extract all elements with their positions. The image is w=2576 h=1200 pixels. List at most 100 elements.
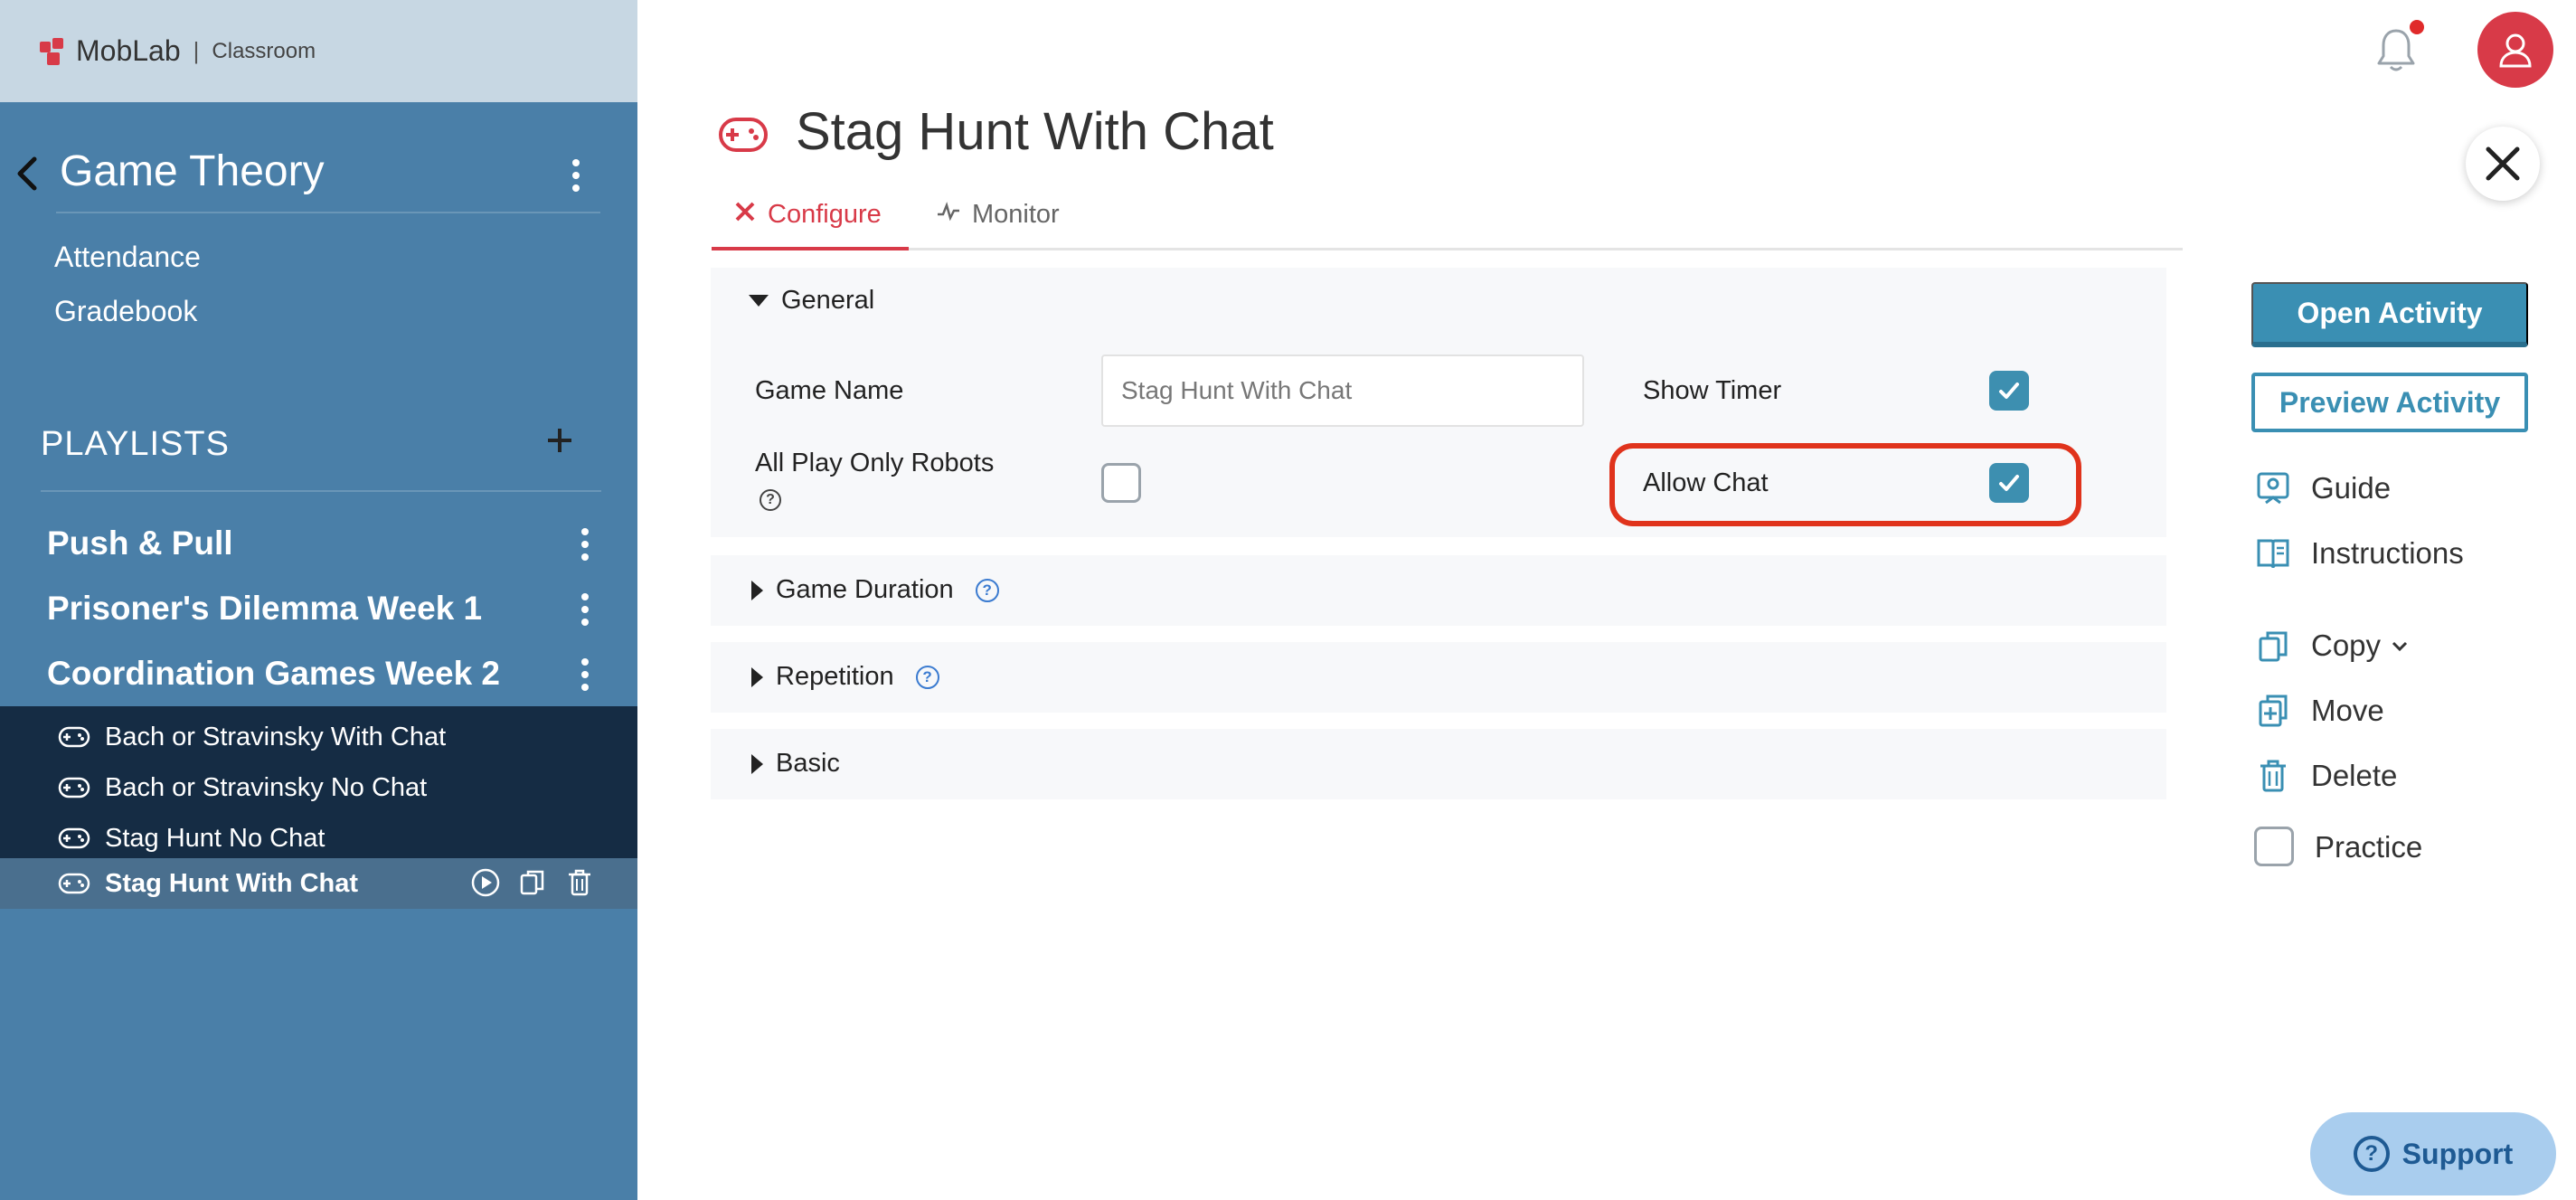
copy-action[interactable]: Copy [2255,628,2410,664]
help-icon[interactable]: ? [760,489,781,511]
activity-tools [470,867,595,898]
activity-pulse-icon [938,202,959,222]
activity-label: Stag Hunt With Chat [105,869,359,898]
instructions-label: Instructions [2311,536,2464,570]
tab-monitor[interactable]: Monitor [936,200,1060,250]
close-button[interactable] [2466,127,2540,201]
gamepad-icon [58,726,90,748]
sidebar-link-attendance[interactable]: Attendance [54,241,201,274]
delete-action[interactable]: Delete [2255,758,2397,794]
notification-dot [2410,20,2424,34]
trash-icon[interactable] [564,867,595,898]
page-title: Stag Hunt With Chat [796,102,1274,161]
close-icon [2486,146,2520,181]
delete-label: Delete [2311,759,2398,792]
course-title: Game Theory [60,147,325,195]
show-timer-checkbox[interactable] [1989,371,2029,411]
playlist-push-pull[interactable]: Push & Pull [47,524,233,562]
support-label: Support [2401,1137,2514,1170]
course-header: Game Theory [0,136,637,212]
section-basic-header[interactable]: Basic [751,749,840,779]
practice-checkbox[interactable] [2254,827,2294,866]
avatar[interactable] [2477,12,2553,88]
wrench-icon [735,202,755,222]
caret-right-icon [751,580,763,600]
check-icon [1999,383,2019,399]
help-icon[interactable]: ? [975,578,999,602]
moblab-logo-icon [40,37,63,65]
gamepad-icon [58,873,90,894]
gamepad-icon [58,777,90,798]
section-title: Basic [776,749,840,778]
caret-right-icon [751,753,763,774]
play-icon[interactable] [470,867,501,898]
chevron-down-icon [2392,641,2408,652]
moblab-logo[interactable]: MobLab | Classroom [38,34,316,68]
user-icon [2499,33,2532,68]
playlist-menu-icon[interactable] [576,528,594,561]
tab-configure[interactable]: Configure [712,200,909,250]
tab-label: Monitor [972,200,1060,229]
guide-icon [2257,472,2289,505]
allow-chat-checkbox[interactable] [1989,463,2029,503]
guide-label: Guide [2311,471,2392,505]
all-play-only-robots-checkbox[interactable] [1101,463,1141,503]
practice-label: Practice [2315,830,2423,864]
section-game-duration-header[interactable]: Game Duration ? [751,575,999,605]
instructions-action[interactable]: Instructions [2255,535,2464,572]
bell-icon[interactable] [2374,27,2418,74]
divider [41,490,601,492]
course-menu-icon[interactable] [567,159,585,192]
preview-activity-button[interactable]: Preview Activity [2251,373,2528,432]
game-name-label: Game Name [755,376,904,405]
copy-label: Copy [2311,628,2382,662]
activity-item[interactable]: Bach or Stravinsky With Chat [0,712,637,762]
help-icon[interactable]: ? [915,665,939,689]
instructions-icon [2257,539,2289,569]
move-action[interactable]: Move [2255,693,2384,729]
brand-separator: | [193,37,200,64]
support-button[interactable]: ? Support [2310,1112,2556,1195]
section-basic[interactable]: Basic [711,729,2166,799]
playlists-heading: PLAYLISTS [41,425,230,463]
playlist-menu-icon[interactable] [576,658,594,691]
caret-right-icon [751,666,763,687]
sidebar-link-gradebook[interactable]: Gradebook [54,295,197,328]
activity-item[interactable]: Stag Hunt No Chat [0,813,637,864]
playlist-coordination-games[interactable]: Coordination Games Week 2 [47,655,500,693]
check-icon [1999,475,2019,491]
activity-item[interactable]: Bach or Stravinsky No Chat [0,762,637,813]
copy-icon[interactable] [517,867,548,898]
gamepad-icon [58,827,90,849]
divider [56,212,600,213]
guide-action[interactable]: Guide [2255,470,2391,506]
section-repetition[interactable]: Repetition ? [711,642,2166,713]
sidebar: MobLab | Classroom Game Theory Attendanc… [0,0,637,1200]
move-label: Move [2311,694,2384,727]
section-title: General [781,286,875,315]
game-name-input[interactable] [1101,354,1584,427]
show-timer-label: Show Timer [1643,376,1782,405]
section-title: Game Duration [776,575,954,604]
playlist-menu-icon[interactable] [576,593,594,626]
open-activity-button[interactable]: Open Activity [2251,282,2528,347]
brand-bar: MobLab | Classroom [0,0,637,102]
tab-label: Configure [768,200,882,229]
section-repetition-header[interactable]: Repetition ? [751,662,939,692]
add-playlist-icon[interactable] [546,427,573,454]
playlist-prisoners-dilemma[interactable]: Prisoner's Dilemma Week 1 [47,590,482,628]
move-icon [2259,694,2288,727]
all-play-only-robots-label: All Play Only Robots [755,449,995,477]
help-circle-icon: ? [2353,1136,2390,1172]
chevron-left-icon[interactable] [9,154,45,194]
trash-icon [2260,760,2286,792]
activity-list: Bach or Stravinsky With Chat Bach or Str… [0,706,637,909]
section-general-header[interactable]: General [749,286,874,316]
copy-icon [2259,631,2288,662]
brand-product: Classroom [212,38,316,63]
activity-label: Bach or Stravinsky No Chat [105,773,428,802]
activity-item-selected[interactable]: Stag Hunt With Chat [0,858,637,909]
brand-name: MobLab [76,34,181,67]
section-game-duration[interactable]: Game Duration ? [711,555,2166,626]
activity-label: Bach or Stravinsky With Chat [105,723,447,751]
